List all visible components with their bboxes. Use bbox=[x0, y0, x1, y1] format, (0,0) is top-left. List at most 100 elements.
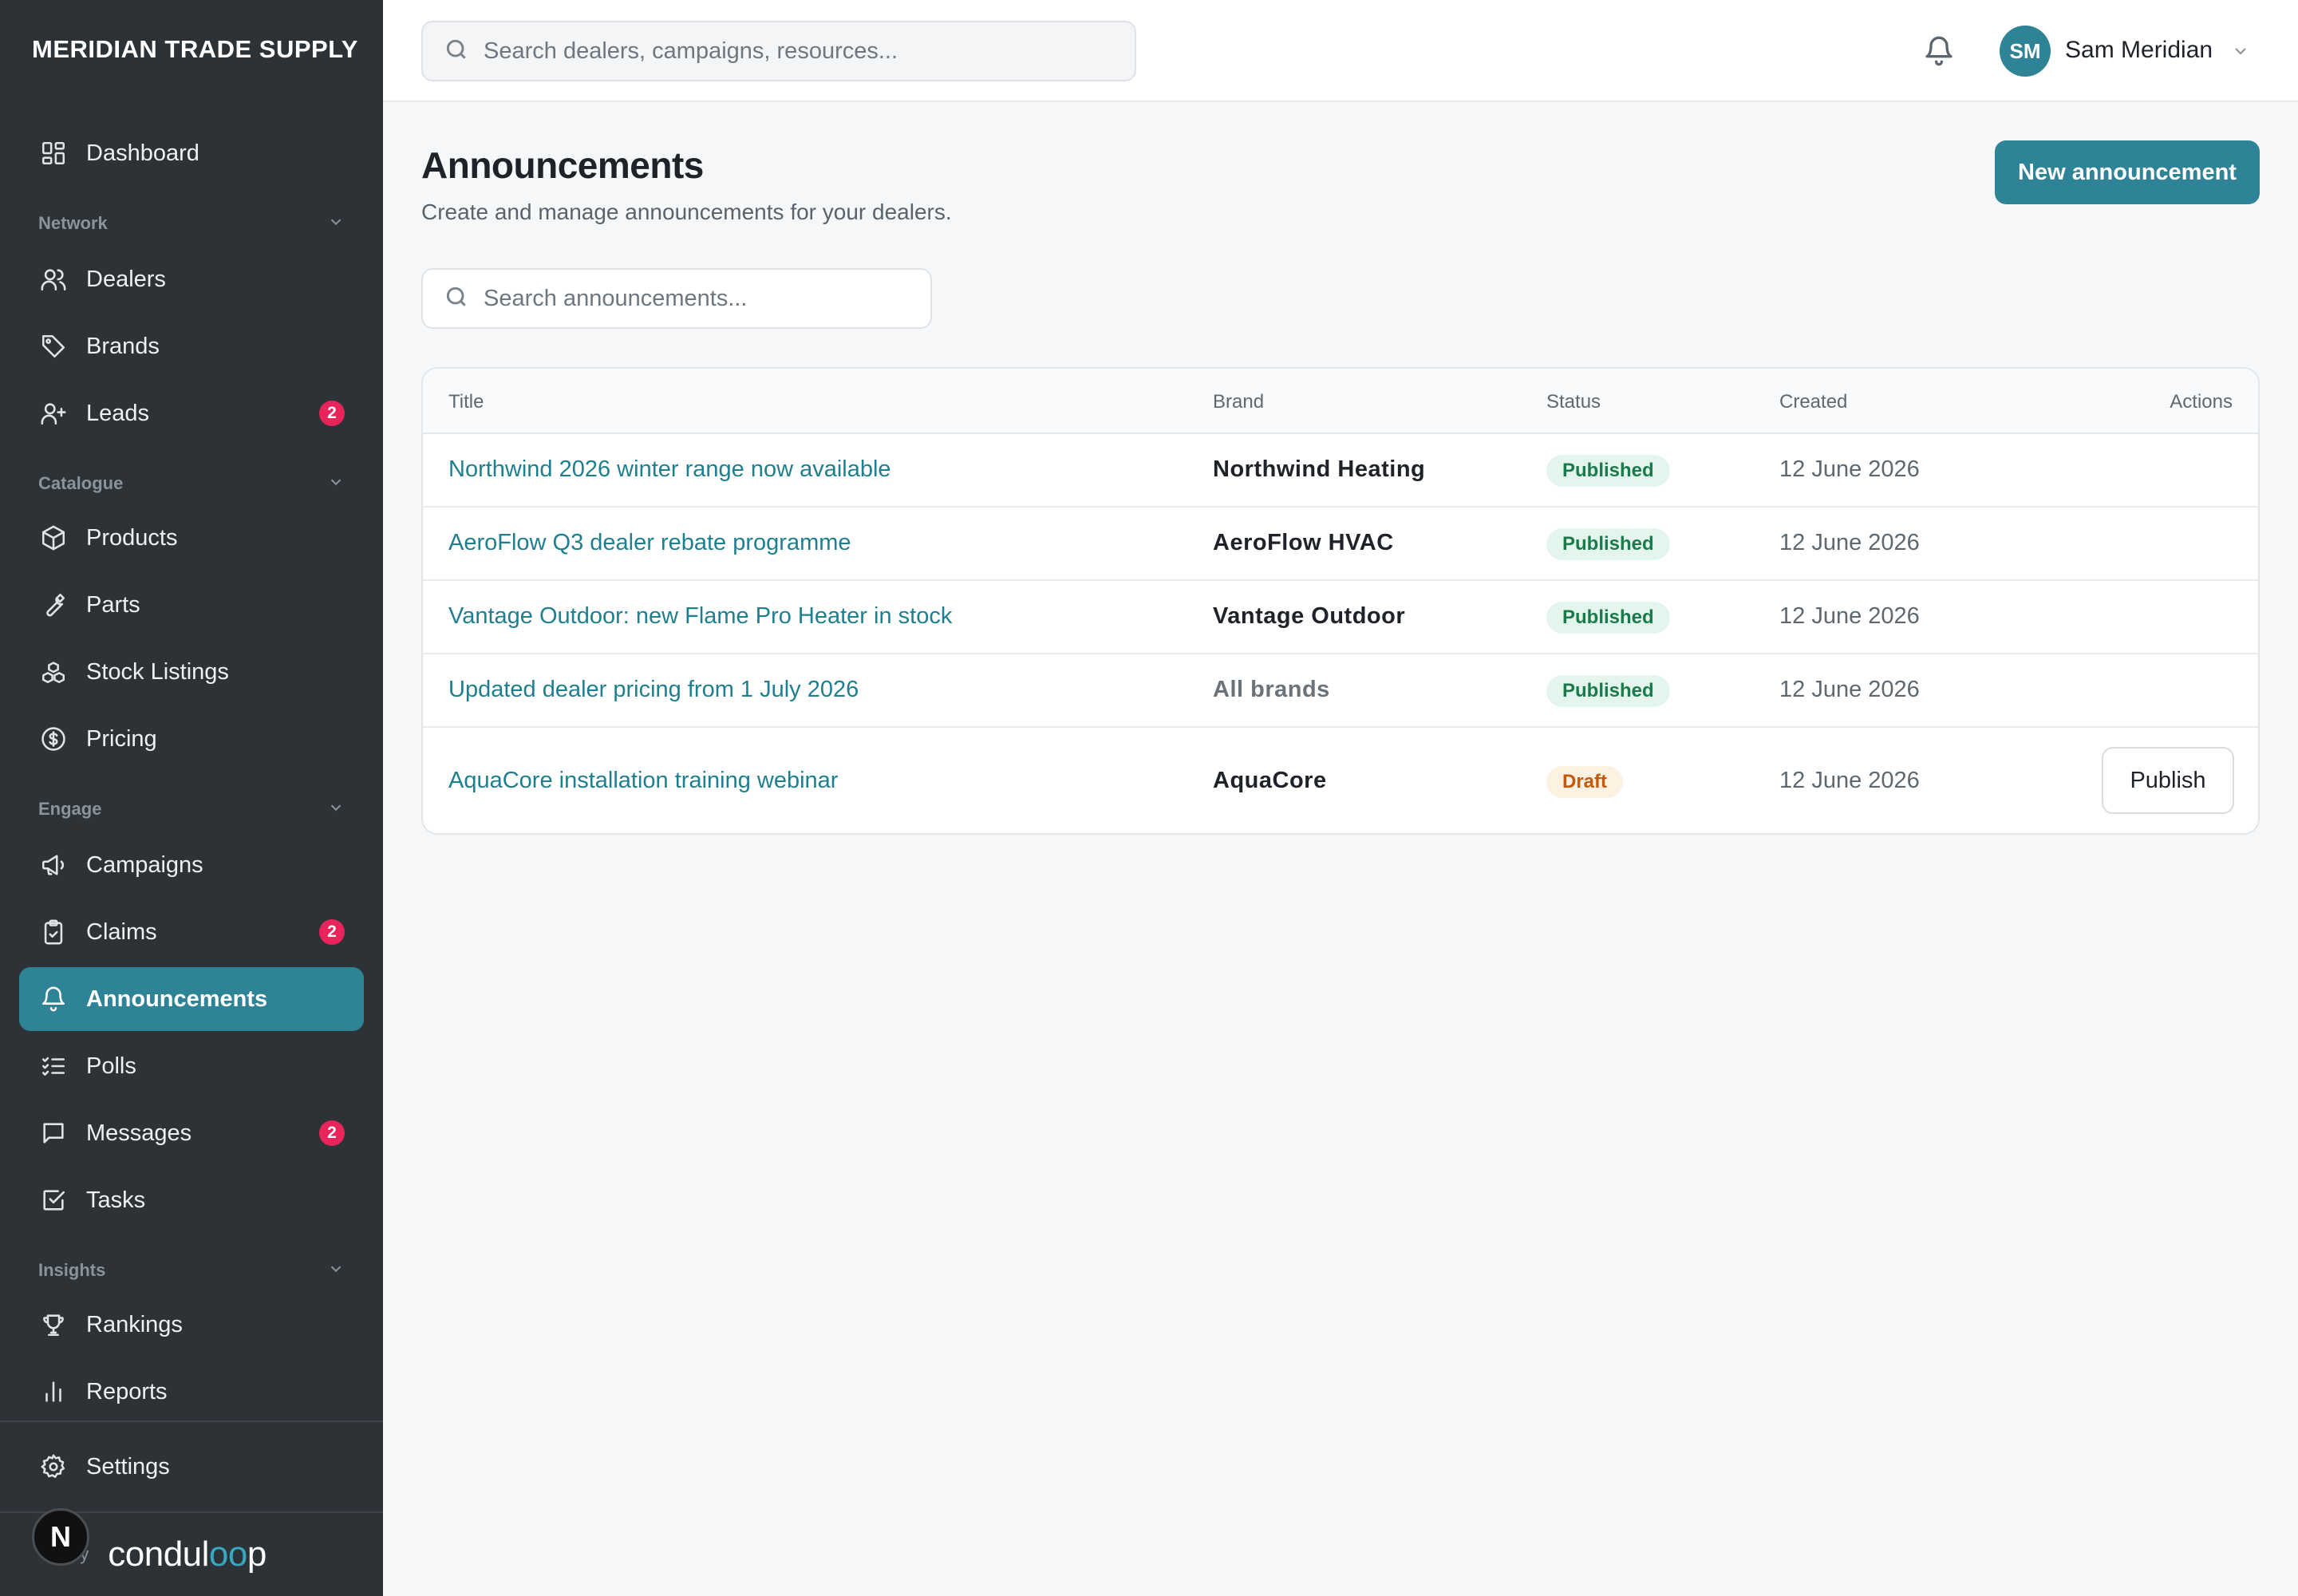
sidebar-item-dashboard[interactable]: Dashboard bbox=[19, 121, 364, 185]
gear-icon bbox=[38, 1452, 69, 1482]
user-name[interactable]: Sam Meridian bbox=[2065, 37, 2213, 64]
sidebar-item-claims[interactable]: Claims 2 bbox=[19, 900, 364, 964]
grid-icon bbox=[38, 138, 69, 168]
table-row[interactable]: Northwind 2026 winter range now availabl… bbox=[423, 434, 2258, 508]
status-badge: Published bbox=[1546, 675, 1670, 707]
sidebar-item-label: Products bbox=[86, 524, 178, 551]
wrench-icon bbox=[38, 590, 69, 620]
sidebar-item-label: Brands bbox=[86, 333, 160, 359]
sidebar-item-label: Reports bbox=[86, 1378, 168, 1404]
chevron-down-icon bbox=[327, 473, 345, 495]
user-plus-icon bbox=[38, 398, 69, 429]
sidebar-item-label: Claims bbox=[86, 918, 157, 945]
section-catalogue[interactable]: Catalogue bbox=[38, 469, 345, 498]
sidebar-item-rankings[interactable]: Rankings bbox=[19, 1293, 364, 1357]
header-brand[interactable]: Brand bbox=[1213, 391, 1264, 413]
sidebar-item-settings[interactable]: Settings bbox=[19, 1435, 364, 1499]
n-avatar-button[interactable]: N bbox=[32, 1508, 89, 1566]
bar-chart-icon bbox=[38, 1377, 69, 1407]
users-icon bbox=[38, 264, 69, 294]
brand-cell: Northwind Heating bbox=[1213, 456, 1426, 482]
table-row[interactable]: Vantage Outdoor: new Flame Pro Heater in… bbox=[423, 581, 2258, 654]
sidebar-item-announcements[interactable]: Announcements bbox=[19, 967, 364, 1031]
sidebar-item-label: Dealers bbox=[86, 266, 166, 292]
created-cell: 12 June 2026 bbox=[1779, 677, 1920, 702]
table-row[interactable]: AeroFlow Q3 dealer rebate programme Aero… bbox=[423, 508, 2258, 581]
sidebar-item-brands[interactable]: Brands bbox=[19, 314, 364, 378]
list-check-icon bbox=[38, 1051, 69, 1081]
created-cell: 12 June 2026 bbox=[1779, 456, 1920, 482]
sidebar-item-dealers[interactable]: Dealers bbox=[19, 247, 364, 311]
sidebar-item-label: Tasks bbox=[86, 1187, 146, 1213]
sidebar-item-parts[interactable]: Parts bbox=[19, 573, 364, 637]
boxes-icon bbox=[38, 657, 69, 687]
brand-cell: AeroFlow HVAC bbox=[1213, 530, 1394, 555]
announcement-title-link[interactable]: Updated dealer pricing from 1 July 2026 bbox=[448, 677, 859, 703]
announcement-title-link[interactable]: AquaCore installation training webinar bbox=[448, 768, 838, 794]
page-title: Announcements bbox=[421, 144, 704, 186]
section-insights[interactable]: Insights bbox=[38, 1256, 345, 1285]
top-bar: Search dealers, campaigns, resources... … bbox=[383, 0, 2298, 102]
bell-icon bbox=[38, 984, 69, 1014]
sidebar-item-label: Leads bbox=[86, 400, 150, 426]
global-search-input[interactable]: Search dealers, campaigns, resources... bbox=[421, 21, 1136, 81]
square-check-icon bbox=[38, 1185, 69, 1215]
sidebar-item-messages[interactable]: Messages 2 bbox=[19, 1101, 364, 1165]
section-engage[interactable]: Engage bbox=[38, 795, 345, 824]
conduloop-logo[interactable]: conduloop bbox=[108, 1535, 267, 1574]
sidebar-item-label: Stock Listings bbox=[86, 658, 229, 685]
user-avatar[interactable]: SM bbox=[2000, 26, 2051, 77]
message-square-icon bbox=[38, 1118, 69, 1148]
table-row[interactable]: Updated dealer pricing from 1 July 2026 … bbox=[423, 654, 2258, 728]
sidebar-item-label: Settings bbox=[86, 1453, 170, 1479]
publish-button[interactable]: Publish bbox=[2102, 747, 2234, 814]
messages-count-badge: 2 bbox=[319, 1120, 345, 1146]
box-icon bbox=[38, 523, 69, 553]
megaphone-icon bbox=[38, 850, 69, 880]
notifications-bell-icon[interactable] bbox=[1923, 35, 1955, 67]
header-created[interactable]: Created bbox=[1779, 391, 1847, 413]
new-announcement-button[interactable]: New announcement bbox=[1995, 140, 2260, 204]
sidebar-item-label: Messages bbox=[86, 1120, 192, 1146]
sidebar-item-polls[interactable]: Polls bbox=[19, 1034, 364, 1098]
sidebar-item-pricing[interactable]: Pricing bbox=[19, 707, 364, 771]
sidebar-item-campaigns[interactable]: Campaigns bbox=[19, 833, 364, 897]
section-network[interactable]: Network bbox=[38, 209, 345, 238]
sidebar-item-stock-listings[interactable]: Stock Listings bbox=[19, 640, 364, 704]
created-cell: 12 June 2026 bbox=[1779, 603, 1920, 629]
brand-name: MERIDIAN TRADE SUPPLY bbox=[32, 35, 358, 63]
status-badge: Published bbox=[1546, 528, 1670, 560]
status-badge: Draft bbox=[1546, 766, 1624, 798]
claims-count-badge: 2 bbox=[319, 919, 345, 945]
header-status[interactable]: Status bbox=[1546, 391, 1601, 413]
tag-icon bbox=[38, 331, 69, 361]
status-badge: Published bbox=[1546, 602, 1670, 634]
brand-cell: Vantage Outdoor bbox=[1213, 603, 1406, 629]
table-header: Title Brand Status Created Actions bbox=[423, 369, 2258, 434]
header-title[interactable]: Title bbox=[448, 391, 484, 413]
status-badge: Published bbox=[1546, 455, 1670, 487]
sidebar-divider bbox=[0, 1420, 383, 1422]
brand-cell: All brands bbox=[1213, 677, 1330, 702]
sidebar-item-label: Pricing bbox=[86, 725, 157, 752]
chevron-down-icon[interactable] bbox=[2231, 41, 2250, 61]
sidebar-item-tasks[interactable]: Tasks bbox=[19, 1168, 364, 1232]
sidebar-item-products[interactable]: Products bbox=[19, 506, 364, 570]
announcement-search-input[interactable]: Search announcements... bbox=[421, 268, 932, 329]
sidebar-item-label: Dashboard bbox=[86, 140, 199, 166]
announcement-title-link[interactable]: Northwind 2026 winter range now availabl… bbox=[448, 456, 891, 483]
leads-count-badge: 2 bbox=[319, 401, 345, 426]
header-actions: Actions bbox=[2170, 391, 2233, 413]
sidebar-item-leads[interactable]: Leads 2 bbox=[19, 381, 364, 445]
chevron-down-icon bbox=[327, 799, 345, 820]
table-row[interactable]: AquaCore installation training webinar A… bbox=[423, 728, 2258, 833]
announcement-title-link[interactable]: AeroFlow Q3 dealer rebate programme bbox=[448, 530, 851, 556]
sidebar-item-label: Parts bbox=[86, 591, 140, 618]
brand-cell: AquaCore bbox=[1213, 768, 1327, 793]
search-icon bbox=[444, 37, 484, 66]
sidebar-item-reports[interactable]: Reports bbox=[19, 1360, 364, 1424]
sidebar-item-label: Announcements bbox=[86, 986, 268, 1012]
announcement-title-link[interactable]: Vantage Outdoor: new Flame Pro Heater in… bbox=[448, 603, 952, 630]
sidebar: MERIDIAN TRADE SUPPLY Dashboard Network … bbox=[0, 0, 383, 1596]
dollar-circle-icon bbox=[38, 724, 69, 754]
